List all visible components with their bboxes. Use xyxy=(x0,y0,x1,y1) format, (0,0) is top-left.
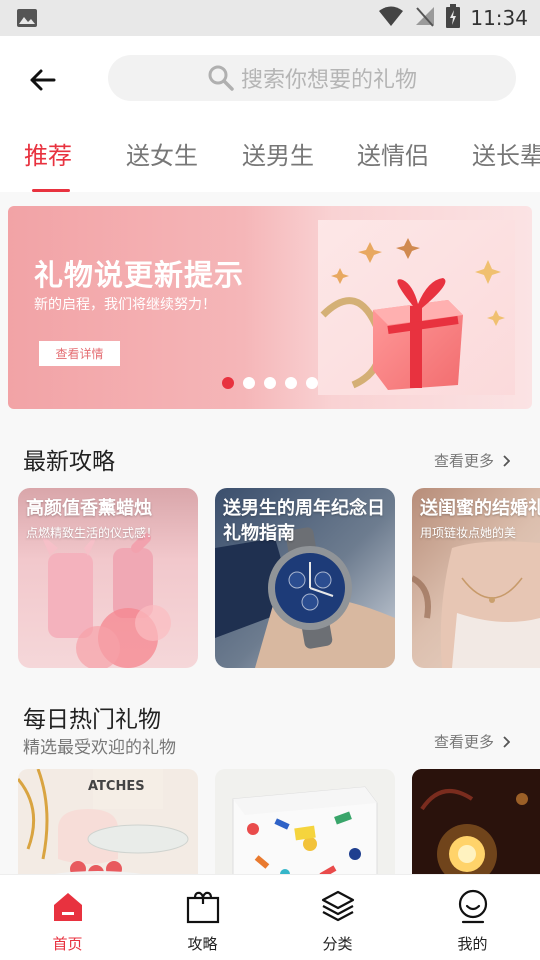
guides-more-link[interactable]: 查看更多 xyxy=(434,450,511,471)
guide-card[interactable]: 送闺蜜的结婚礼 用项链妆点她的美 xyxy=(412,488,540,668)
gift-box-photo xyxy=(232,786,378,874)
guide-card-title: 高颜值香薰蜡烛 xyxy=(26,498,152,519)
guide-card-subtitle: 点燃精致生活的仪式感！ xyxy=(26,526,159,540)
main-content[interactable]: 礼物说更新提示 新的启程，我们将继续努力！ 查看详情 最新攻略 查看更多 高颜值… xyxy=(0,192,540,874)
gift-box-illustration xyxy=(318,220,515,395)
banner-dot-1[interactable] xyxy=(222,377,234,389)
no-signal-icon xyxy=(414,5,436,31)
banner-title: 礼物说更新提示 xyxy=(34,258,245,292)
home-icon xyxy=(50,889,86,925)
tab-for-girls[interactable]: 送女生 xyxy=(126,136,198,171)
profile-icon xyxy=(455,889,491,925)
gift-card[interactable]: ATCHES xyxy=(18,769,198,874)
gallery-icon xyxy=(16,8,38,28)
status-time: 11:34 xyxy=(470,6,528,30)
tab-for-boys[interactable]: 送男生 xyxy=(242,136,314,171)
nav-home-label: 首页 xyxy=(52,935,83,953)
strategy-icon xyxy=(185,889,221,925)
search-input[interactable]: 搜索你想要的礼物 xyxy=(108,55,516,101)
gift-card[interactable] xyxy=(412,769,540,874)
chevron-right-icon xyxy=(503,454,511,467)
nav-home[interactable]: 首页 xyxy=(0,875,135,960)
banner-dot-5[interactable] xyxy=(306,377,318,389)
hot-gifts-more-link[interactable]: 查看更多 xyxy=(434,731,511,752)
back-button[interactable] xyxy=(22,60,62,100)
chevron-right-icon xyxy=(503,735,511,748)
guide-card-title: 送男生的周年纪念日礼物指南 xyxy=(223,498,385,544)
guides-more-label: 查看更多 xyxy=(434,452,495,470)
guide-card-subtitle: 用项链妆点她的美 xyxy=(420,526,517,540)
battery-icon xyxy=(446,4,461,32)
search-icon xyxy=(208,65,234,91)
banner-dot-4[interactable] xyxy=(285,377,297,389)
promo-banner[interactable]: 礼物说更新提示 新的启程，我们将继续努力！ 查看详情 xyxy=(8,206,532,409)
bottom-navigation: 首页 攻略 分类 我的 xyxy=(0,874,540,960)
status-bar: 11:34 xyxy=(0,0,540,36)
category-icon xyxy=(320,889,356,925)
hot-gifts-subtitle: 精选最受欢迎的礼物 xyxy=(23,738,176,758)
guide-card[interactable]: 高颜值香薰蜡烛 点燃精致生活的仪式感！ xyxy=(18,488,198,668)
arrow-left-icon xyxy=(30,69,56,91)
gift-card[interactable] xyxy=(215,769,395,874)
guide-card[interactable]: 送男生的周年纪念日礼物指南 xyxy=(215,488,395,668)
nav-strategy[interactable]: 攻略 xyxy=(135,875,270,960)
tab-for-couples[interactable]: 送情侣 xyxy=(357,136,429,171)
nav-strategy-label: 攻略 xyxy=(187,935,218,953)
tab-recommend[interactable]: 推荐 xyxy=(24,136,72,171)
banner-dot-3[interactable] xyxy=(264,377,276,389)
category-tabs: 推荐 送女生 送男生 送情侣 送长辈 xyxy=(0,124,540,192)
hot-gifts-more-label: 查看更多 xyxy=(434,733,495,751)
tab-for-elders[interactable]: 送长辈 xyxy=(472,136,540,171)
guide-card-title: 送闺蜜的结婚礼 xyxy=(420,498,540,519)
wifi-icon xyxy=(378,5,404,31)
nav-profile[interactable]: 我的 xyxy=(405,875,540,960)
top-header: 搜索你想要的礼物 xyxy=(0,36,540,124)
search-placeholder: 搜索你想要的礼物 xyxy=(240,68,417,93)
hot-gifts-title: 每日热门礼物 xyxy=(23,707,161,733)
guides-section-title: 最新攻略 xyxy=(23,449,115,475)
banner-detail-button[interactable]: 查看详情 xyxy=(39,341,120,366)
banner-pagination xyxy=(222,377,318,389)
banner-dot-2[interactable] xyxy=(243,377,255,389)
jar-label-text: ATCHES xyxy=(88,779,145,794)
nav-category-label: 分类 xyxy=(322,935,353,953)
night-lamp-photo xyxy=(412,769,540,874)
banner-subtitle: 新的启程，我们将继续努力！ xyxy=(34,297,216,313)
nav-profile-label: 我的 xyxy=(457,935,488,953)
nav-category[interactable]: 分类 xyxy=(270,875,405,960)
